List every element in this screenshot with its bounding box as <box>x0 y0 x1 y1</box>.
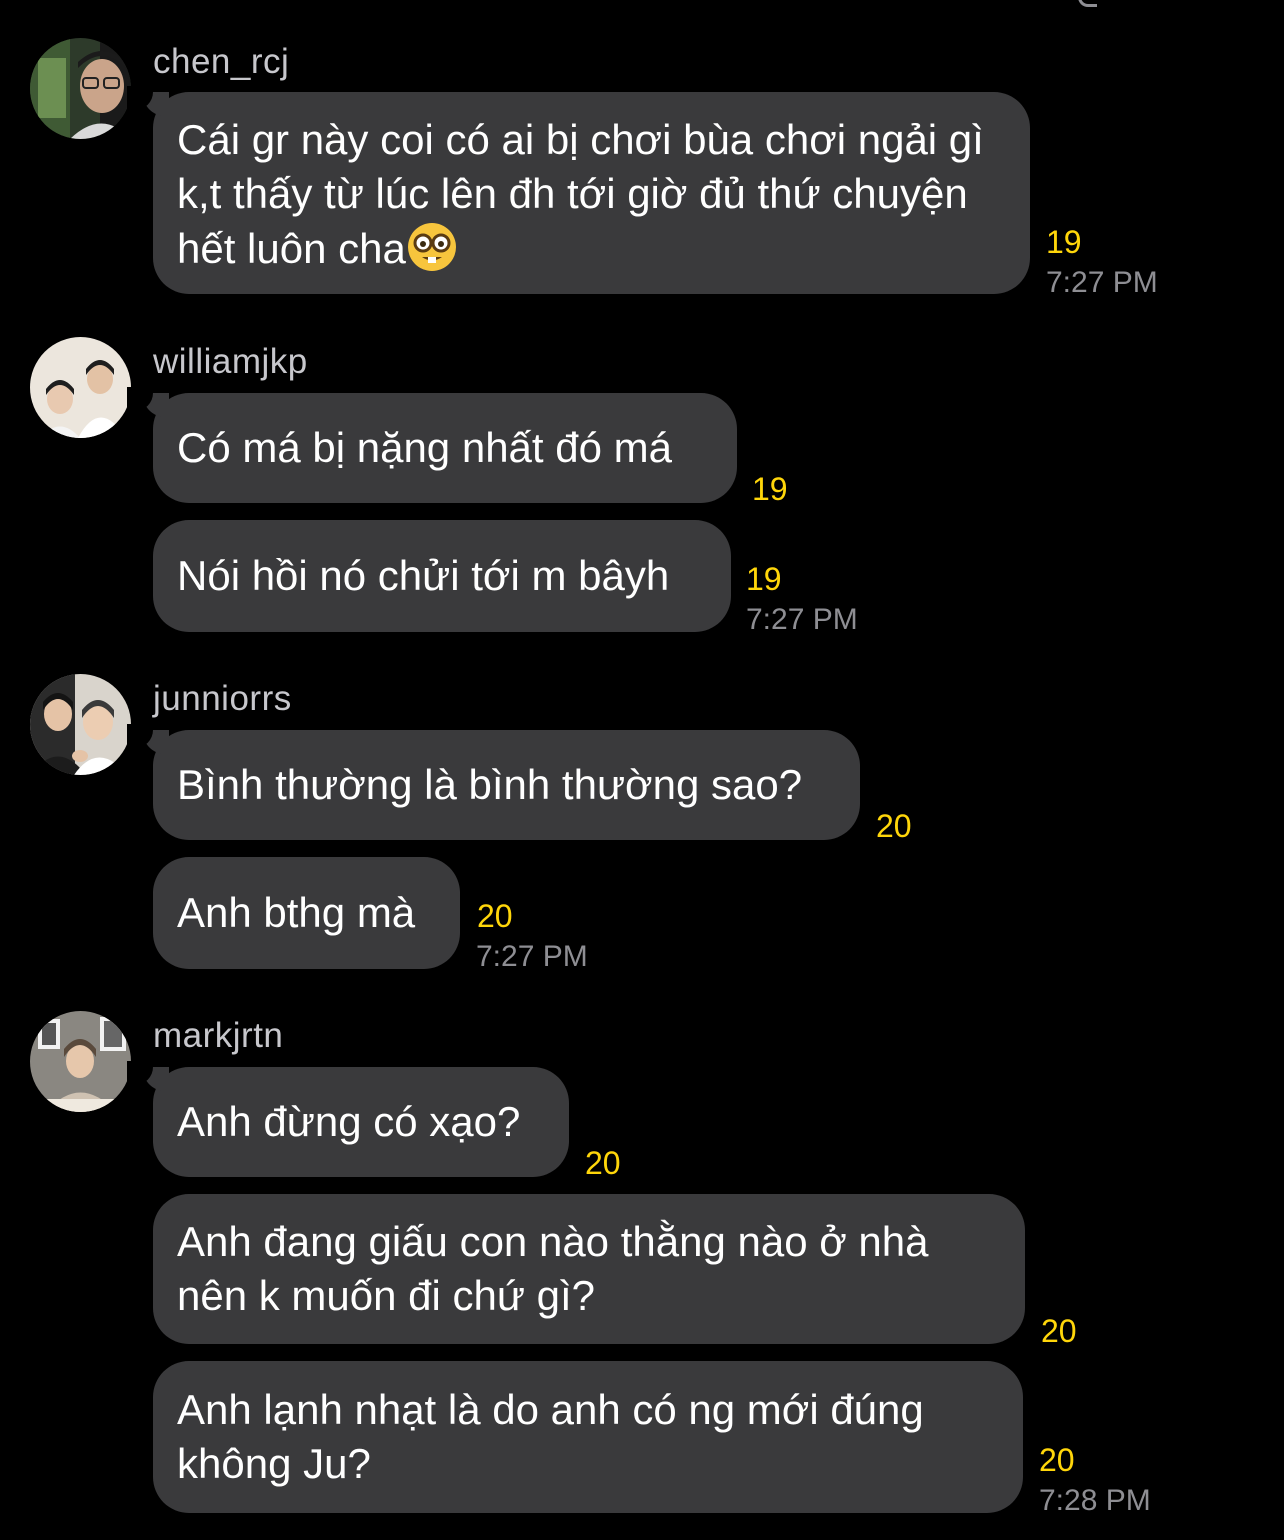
message-text: Anh bthg mà <box>177 889 416 936</box>
message-bubble[interactable]: Anh lạnh nhạt là do anh có ng mới đúng k… <box>153 1361 1023 1513</box>
message-bubble[interactable]: Nói hồi nó chửi tới m bâyh <box>153 520 731 632</box>
message-bubble[interactable]: Anh bthg mà <box>153 857 460 969</box>
avatar-junniorrs-icon[interactable] <box>30 674 131 775</box>
message-bubble[interactable]: Anh đang giấu con nào thằng nào ở nhà nê… <box>153 1194 1025 1344</box>
message-text: Anh đang giấu con nào thằng nào ở nhà nê… <box>177 1218 941 1319</box>
nerd-face-icon <box>407 223 456 271</box>
read-count: 20 <box>585 1145 621 1181</box>
avatar-chen_rcj-icon[interactable] <box>30 38 131 139</box>
message-text: Anh đừng có xạo? <box>177 1098 521 1145</box>
timestamp: 7:27 PM <box>746 603 858 636</box>
message-bubble[interactable]: Bình thường là bình thường sao? <box>127 724 860 840</box>
username: junniorrs <box>153 679 292 718</box>
avatar-williamjkp-icon[interactable] <box>30 337 131 438</box>
username: williamjkp <box>153 342 308 381</box>
message-text: Có má bị nặng nhất đó má <box>177 424 672 471</box>
message-text: Nói hồi nó chửi tới m bâyh <box>177 552 670 599</box>
message-bubble[interactable]: Anh đừng có xạo? <box>127 1061 569 1177</box>
read-count: 20 <box>477 898 513 934</box>
read-count: 20 <box>1039 1442 1075 1478</box>
read-count: 19 <box>1046 224 1082 260</box>
scroll-edge-icon <box>1078 0 1097 7</box>
message-text: Anh lạnh nhạt là do anh có ng mới đúng k… <box>177 1386 936 1487</box>
timestamp: 7:27 PM <box>476 940 588 973</box>
read-count: 19 <box>752 471 788 507</box>
avatar-markjrtn-icon[interactable] <box>30 1011 131 1112</box>
timestamp: 7:28 PM <box>1039 1484 1151 1517</box>
read-count: 20 <box>1041 1313 1077 1349</box>
username: chen_rcj <box>153 42 290 81</box>
message-text: Cái gr này coi có ai bị chơi bùa chơi ng… <box>177 116 996 272</box>
read-count: 20 <box>876 808 912 844</box>
timestamp: 7:27 PM <box>1046 266 1158 299</box>
message-bubble[interactable]: Cái gr này coi có ai bị chơi bùa chơi ng… <box>127 86 1030 294</box>
message-bubble[interactable]: Có má bị nặng nhất đó má <box>127 387 737 503</box>
read-count: 19 <box>746 561 782 597</box>
message-text: Bình thường là bình thường sao? <box>177 761 803 808</box>
username: markjrtn <box>153 1016 284 1055</box>
